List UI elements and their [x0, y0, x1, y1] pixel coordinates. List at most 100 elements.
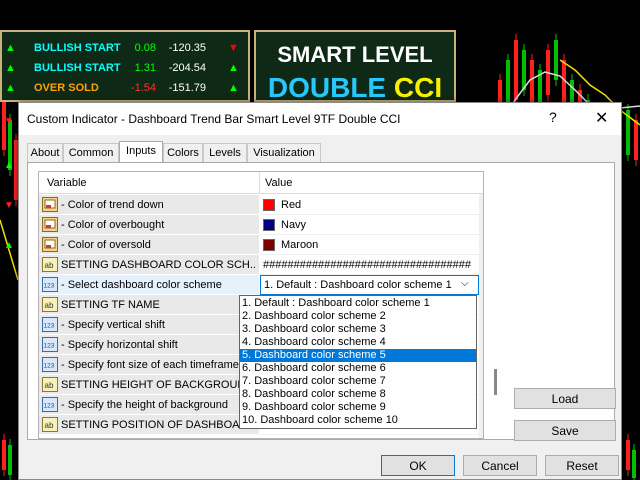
- trend-arrow-icon: ▲: [5, 82, 16, 94]
- string-parameter-icon: ab: [42, 417, 58, 432]
- dashboard-panel: ▲ BULLISH START 0.08 -120.35 ▼ ▲ BULLISH…: [0, 30, 250, 102]
- variable-name: SETTING HEIGHT OF BACKGROUND: [61, 379, 254, 391]
- variable-cell[interactable]: 123 - Specify vertical shift: [39, 315, 259, 335]
- grid-header: Variable Value: [39, 172, 483, 194]
- signal-arrow-icon: ▼: [4, 200, 14, 211]
- variable-cell[interactable]: - Color of overbought: [39, 215, 259, 235]
- tab-colors[interactable]: Colors: [163, 143, 203, 163]
- signal-value-1: 1.31: [134, 62, 156, 74]
- color-scheme-select[interactable]: 1. Default : Dashboard color scheme 1 ⌵: [260, 275, 479, 295]
- close-icon[interactable]: ✕: [595, 108, 608, 128]
- ok-button[interactable]: OK: [381, 455, 455, 476]
- value-cell[interactable]: ##################################: [260, 255, 479, 275]
- dropdown-option[interactable]: 3. Dashboard color scheme 3: [240, 323, 476, 336]
- trend-arrow-icon: ▲: [228, 82, 239, 94]
- column-header-variable[interactable]: Variable: [47, 177, 87, 189]
- signal-value-1: -1.54: [130, 82, 156, 94]
- variable-cell[interactable]: - Color of oversold: [39, 235, 259, 255]
- table-row[interactable]: 123 - Select dashboard color scheme 1. Def…: [39, 275, 479, 295]
- scrollbar-thumb[interactable]: [494, 369, 497, 395]
- column-divider[interactable]: [259, 172, 260, 194]
- title-word-double: DOUBLE: [267, 72, 387, 103]
- help-icon[interactable]: ?: [549, 109, 557, 125]
- svg-text:ab: ab: [45, 421, 54, 430]
- dropdown-option[interactable]: 8. Dashboard color scheme 8: [240, 388, 476, 401]
- dialog-titlebar[interactable]: Custom Indicator - Dashboard Trend Bar S…: [19, 103, 621, 135]
- table-row[interactable]: - Color of oversold Maroon: [39, 235, 479, 255]
- trend-arrow-icon: ▼: [228, 42, 239, 54]
- string-parameter-icon: ab: [42, 377, 58, 392]
- reset-button[interactable]: Reset: [545, 455, 619, 476]
- tab-inputs[interactable]: Inputs: [119, 141, 163, 163]
- variable-cell[interactable]: ab SETTING TF NAME: [39, 295, 259, 315]
- svg-text:123: 123: [44, 323, 55, 330]
- integer-parameter-icon: 123: [42, 317, 58, 332]
- dashboard-row: ▲ BULLISH START 0.08 -120.35 ▼: [2, 38, 252, 58]
- candle-body: [514, 40, 518, 100]
- signal-value-2: -151.79: [168, 82, 206, 94]
- candle-body: [632, 450, 636, 478]
- dropdown-option[interactable]: 7. Dashboard color scheme 7: [240, 375, 476, 388]
- svg-text:ab: ab: [45, 381, 54, 390]
- variable-cell[interactable]: - Color of trend down: [39, 195, 259, 215]
- table-row[interactable]: ab SETTING DASHBOARD COLOR SCH... ########…: [39, 255, 479, 275]
- variable-name: - Specify font size of each timeframe in…: [61, 359, 257, 371]
- dropdown-option[interactable]: 1. Default : Dashboard color scheme 1: [240, 297, 476, 310]
- dropdown-option[interactable]: 5. Dashboard color scheme 5: [240, 349, 476, 362]
- candle-body: [522, 50, 526, 90]
- trend-arrow-icon: ▲: [5, 42, 16, 54]
- color-parameter-icon: [42, 217, 58, 232]
- trend-arrow-icon: ▲: [228, 62, 239, 74]
- variable-name: - Select dashboard color scheme: [61, 279, 222, 291]
- variable-cell[interactable]: 123 - Specify the height of background: [39, 395, 259, 415]
- value-cell[interactable]: Navy: [260, 215, 479, 235]
- dropdown-option[interactable]: 10. Dashboard color scheme 10: [240, 414, 476, 427]
- variable-cell[interactable]: 123 - Select dashboard color scheme: [39, 275, 259, 295]
- table-row[interactable]: - Color of trend down Red: [39, 195, 479, 215]
- svg-text:123: 123: [44, 403, 55, 410]
- variable-cell[interactable]: ab SETTING HEIGHT OF BACKGROUND: [39, 375, 259, 395]
- grid-scrollbar[interactable]: [479, 194, 483, 438]
- svg-text:123: 123: [44, 363, 55, 370]
- integer-parameter-icon: 123: [42, 337, 58, 352]
- signal-label: BULLISH START: [34, 42, 121, 54]
- value-cell[interactable]: Red: [260, 195, 479, 215]
- cancel-button[interactable]: Cancel: [463, 455, 537, 476]
- variable-name: - Specify vertical shift: [61, 319, 165, 331]
- variable-cell[interactable]: 123 - Specify horizontal shift: [39, 335, 259, 355]
- tab-common[interactable]: Common: [63, 143, 119, 163]
- candle-body: [634, 120, 638, 160]
- variable-cell[interactable]: 123 - Specify font size of each timeframe…: [39, 355, 259, 375]
- title-line-2: DOUBLE CCI: [256, 72, 454, 104]
- tab-about[interactable]: About: [27, 143, 63, 163]
- column-header-value[interactable]: Value: [265, 177, 292, 189]
- table-row[interactable]: - Color of overbought Navy: [39, 215, 479, 235]
- select-value: 1. Default : Dashboard color scheme 1: [264, 279, 452, 291]
- variable-cell[interactable]: ab SETTING DASHBOARD COLOR SCH...: [39, 255, 259, 275]
- color-scheme-dropdown-list[interactable]: 1. Default : Dashboard color scheme 1 2. …: [239, 295, 477, 429]
- dropdown-option[interactable]: 4. Dashboard color scheme 4: [240, 336, 476, 349]
- load-button[interactable]: Load: [514, 388, 616, 409]
- dropdown-option[interactable]: 6. Dashboard color scheme 6: [240, 362, 476, 375]
- value-text: ##################################: [263, 259, 472, 271]
- dropdown-option[interactable]: 2. Dashboard color scheme 2: [240, 310, 476, 323]
- variable-name: - Specify horizontal shift: [61, 339, 178, 351]
- tab-levels[interactable]: Levels: [203, 143, 247, 163]
- color-swatch: [263, 199, 275, 211]
- variable-cell[interactable]: ab SETTING POSITION OF DASHBOAR...: [39, 415, 259, 435]
- value-text: Red: [281, 199, 302, 211]
- variable-name: - Specify the height of background: [61, 399, 228, 411]
- string-parameter-icon: ab: [42, 257, 58, 272]
- dropdown-option[interactable]: 9. Dashboard color scheme 9: [240, 401, 476, 414]
- save-button[interactable]: Save: [514, 420, 616, 441]
- tab-visualization[interactable]: Visualization: [247, 143, 321, 163]
- candle-body: [626, 440, 630, 470]
- signal-value-2: -204.54: [168, 62, 206, 74]
- signal-label: OVER SOLD: [34, 82, 99, 94]
- color-swatch: [263, 219, 275, 231]
- signal-arrow-icon: ▲: [4, 240, 14, 251]
- variable-name: - Color of oversold: [61, 239, 151, 251]
- chevron-down-icon[interactable]: ⌵: [461, 278, 469, 289]
- value-cell[interactable]: Maroon: [260, 235, 479, 255]
- value-text: Maroon: [281, 239, 319, 251]
